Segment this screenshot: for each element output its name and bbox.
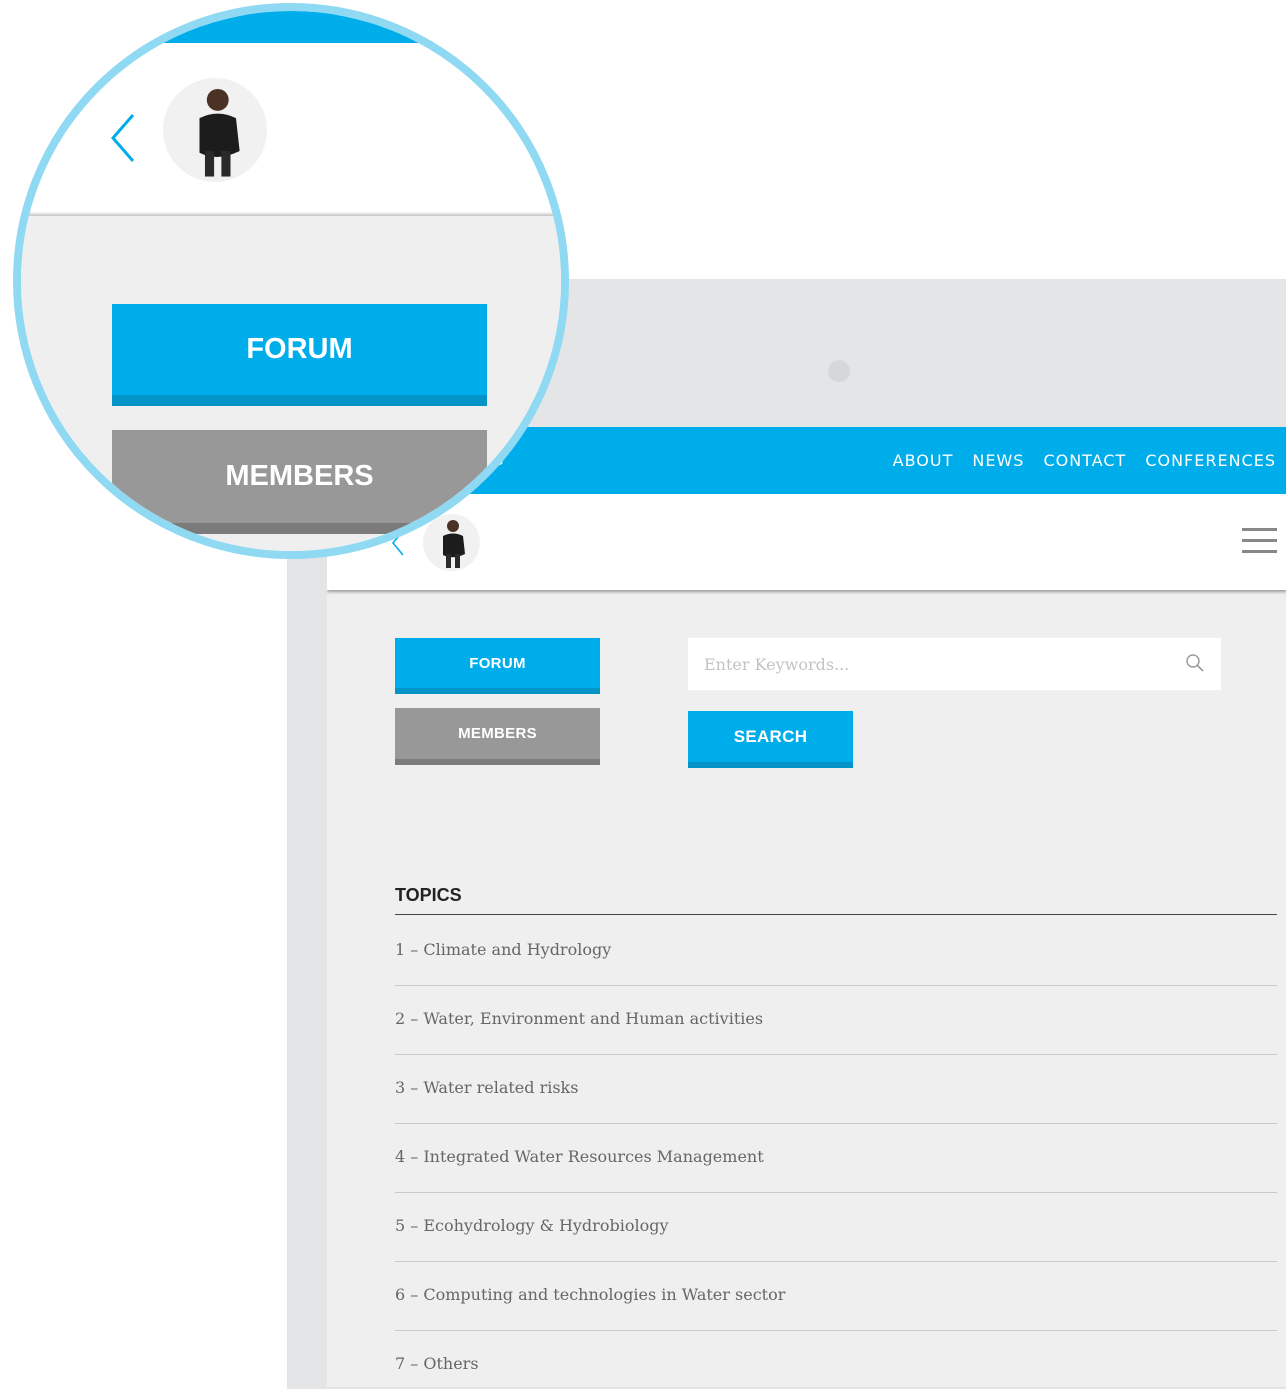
- nav-about[interactable]: ABOUT: [893, 451, 954, 470]
- search-button[interactable]: SEARCH: [688, 711, 853, 768]
- topics-list: 1 – Climate and Hydrology 2 – Water, Env…: [395, 917, 1277, 1387]
- main-nav: ABOUT NEWS CONTACT CONFERENCES: [893, 451, 1276, 470]
- topic-item[interactable]: 6 – Computing and technologies in Water …: [395, 1262, 1277, 1331]
- chevron-left-icon: [110, 113, 136, 168]
- topic-item[interactable]: 1 – Climate and Hydrology: [395, 917, 1277, 986]
- nav-conferences[interactable]: CONFERENCES: [1145, 451, 1276, 470]
- forum-button[interactable]: FORUM: [395, 638, 600, 694]
- nav-contact[interactable]: CONTACT: [1043, 451, 1126, 470]
- camera-dot: [828, 360, 850, 382]
- members-button[interactable]: MEMBERS: [395, 708, 600, 765]
- topic-item[interactable]: 7 – Others: [395, 1331, 1277, 1387]
- topic-item[interactable]: 2 – Water, Environment and Human activit…: [395, 986, 1277, 1055]
- magnified-forum-button: FORUM: [112, 304, 487, 406]
- magnified-members-button: MEMBERS: [112, 430, 487, 534]
- topics-heading: TOPICS: [395, 885, 462, 905]
- topic-item[interactable]: 4 – Integrated Water Resources Managemen…: [395, 1124, 1277, 1193]
- topic-item[interactable]: 3 – Water related risks: [395, 1055, 1277, 1124]
- hamburger-menu-icon[interactable]: [1242, 526, 1277, 561]
- avatar: [163, 78, 267, 182]
- magnifier-content: FORUM MEMBERS: [21, 11, 561, 551]
- topic-item[interactable]: 5 – Ecohydrology & Hydrobiology: [395, 1193, 1277, 1262]
- search-icon[interactable]: [1185, 653, 1205, 678]
- magnifier-callout: FORUM MEMBERS: [13, 3, 569, 559]
- topics-divider: [395, 914, 1277, 915]
- search-input[interactable]: [688, 638, 1158, 690]
- magnifier-topbar: [158, 11, 538, 43]
- tablet-screen: ois ABOUT NEWS CONTACT CONFERENCES: [327, 427, 1286, 1387]
- nav-news[interactable]: NEWS: [972, 451, 1024, 470]
- search-box: [688, 638, 1221, 690]
